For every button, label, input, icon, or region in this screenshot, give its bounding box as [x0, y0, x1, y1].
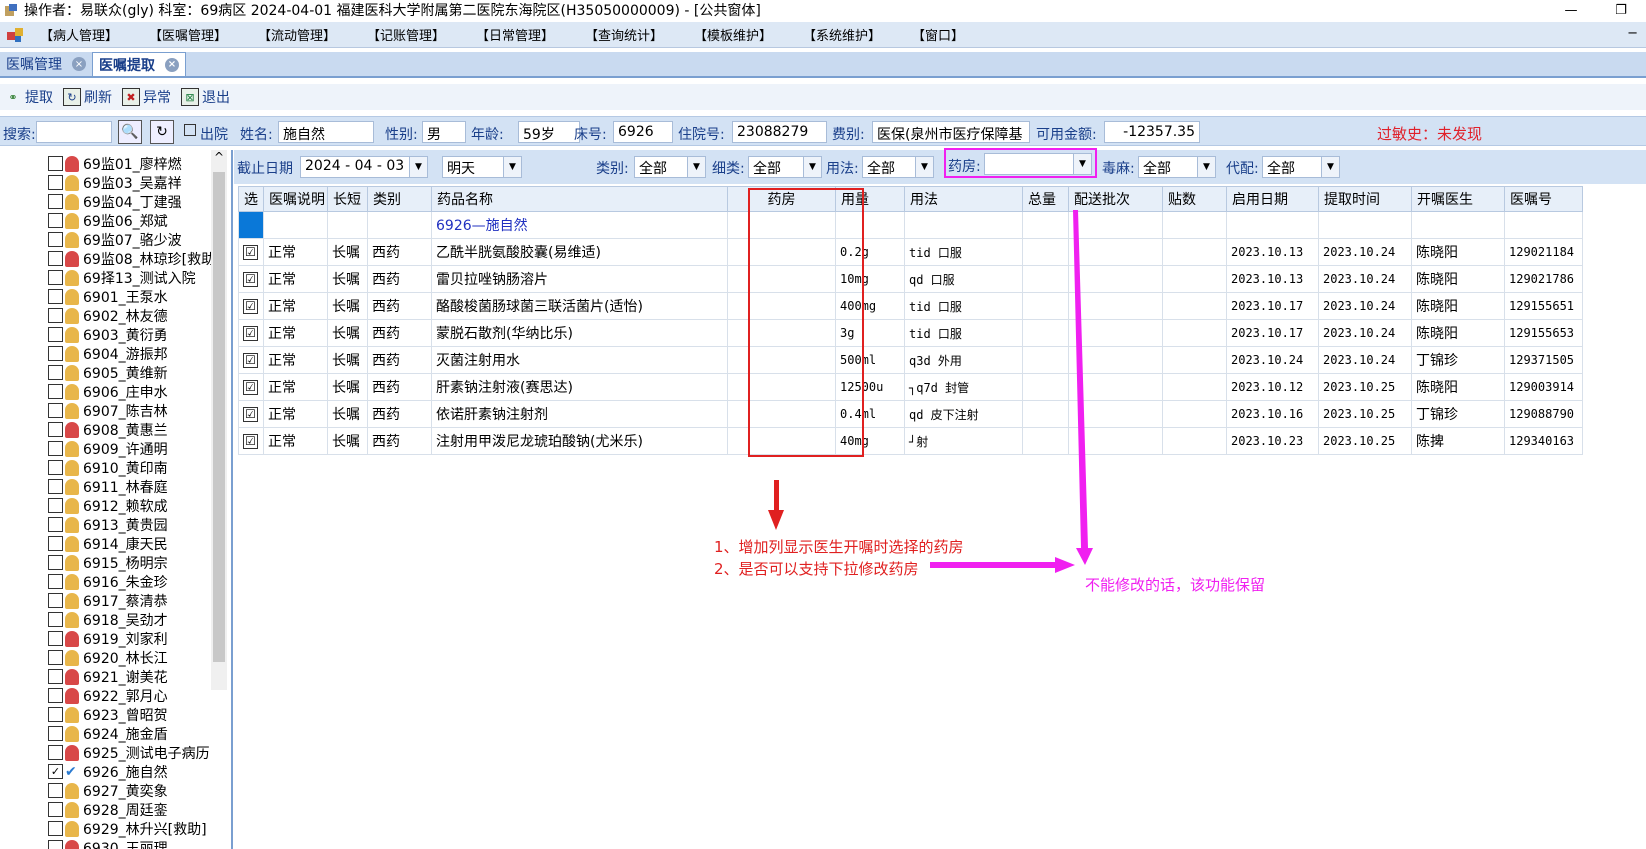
annotation-note-1: 1、增加列显示医生开嘱时选择的药房: [714, 538, 964, 556]
annotation-note-2: 2、是否可以支持下拉修改药房: [714, 560, 919, 578]
magenta-arrow-right-icon: [930, 557, 1075, 573]
magenta-arrow-down-icon: [1073, 210, 1093, 565]
annotation-arrows: [768, 210, 1093, 573]
annotation-note-3: 不能修改的话，该功能保留: [1085, 576, 1266, 594]
red-arrow-icon: [768, 480, 784, 530]
